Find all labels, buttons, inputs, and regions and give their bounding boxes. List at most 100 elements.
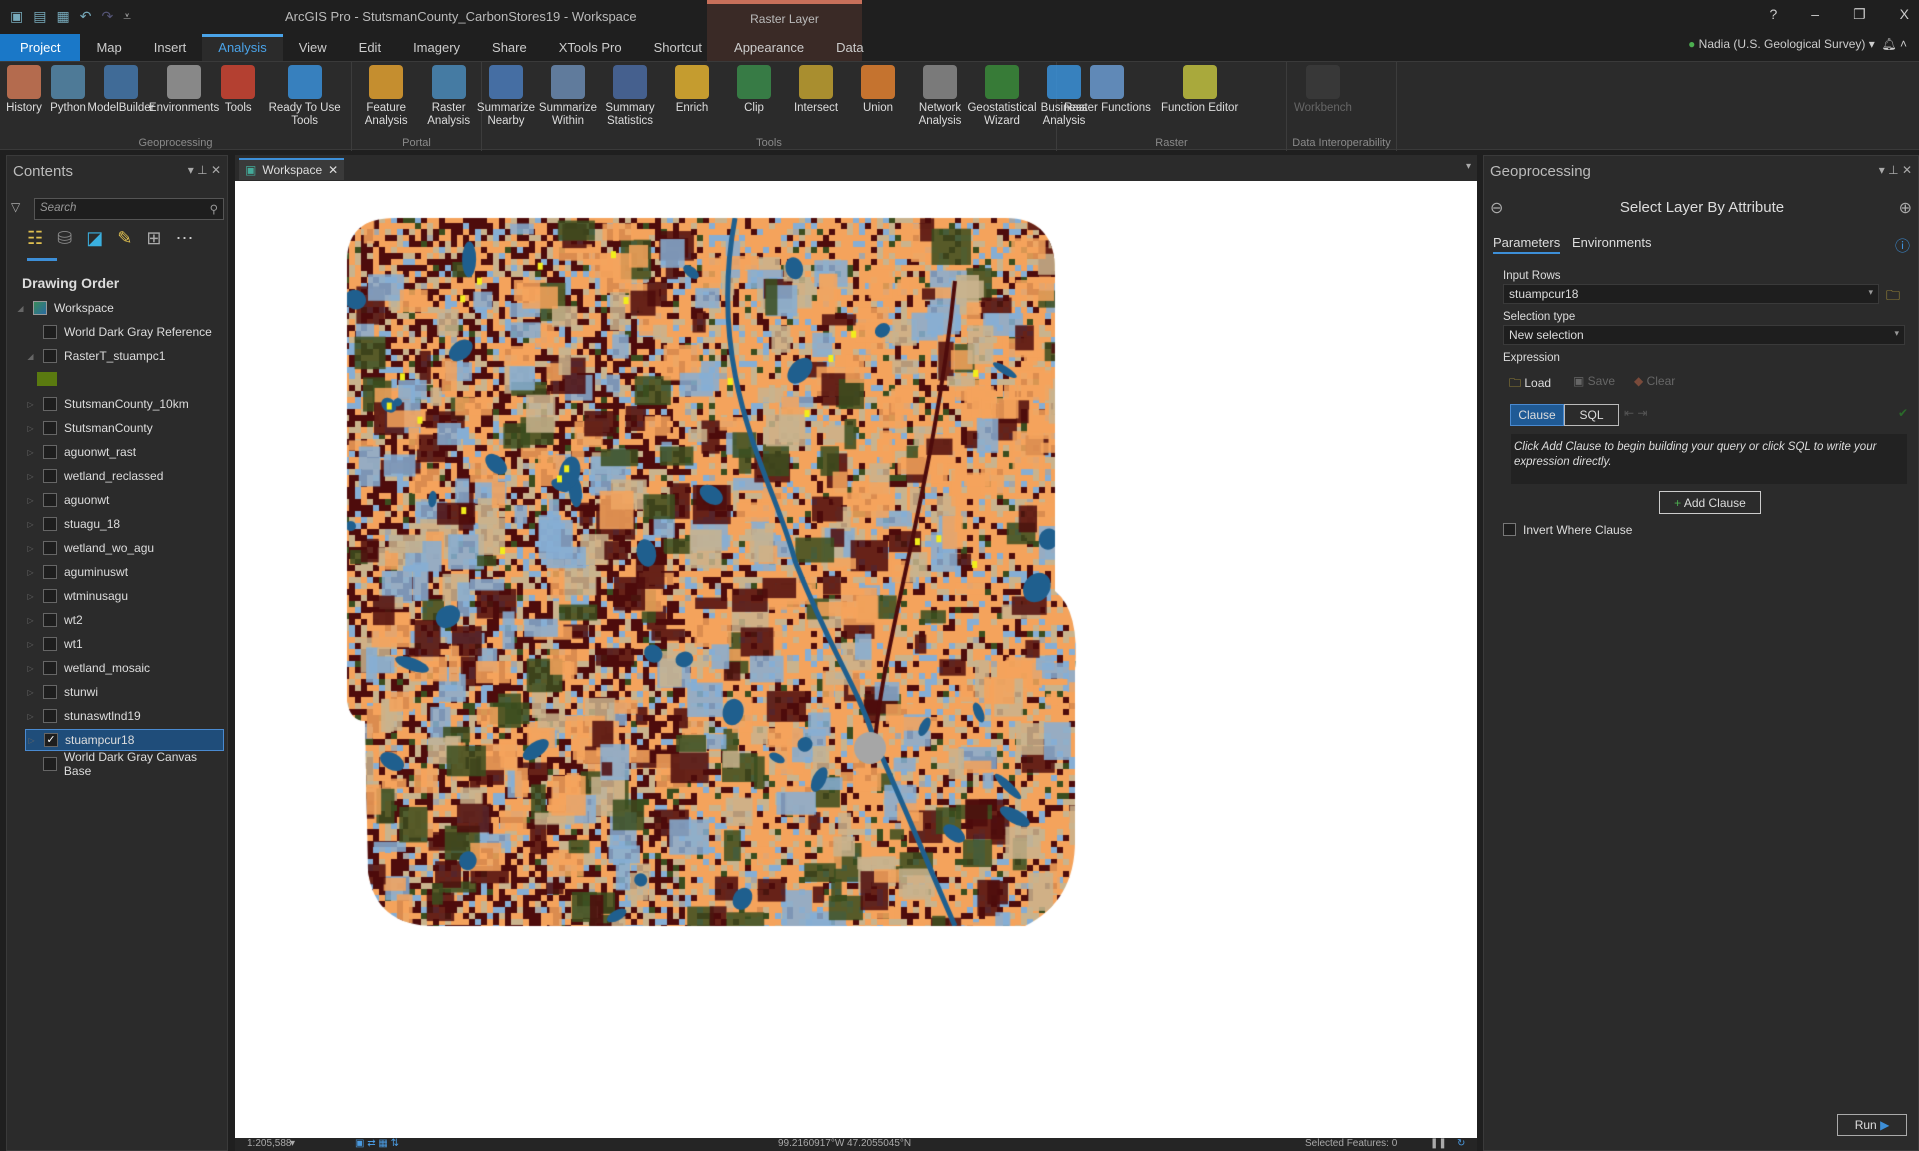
- browse-folder-icon[interactable]: 🗀︎: [1886, 285, 1900, 309]
- intersect-button[interactable]: Intersect: [794, 65, 838, 128]
- visibility-checkbox[interactable]: [43, 613, 57, 627]
- contents-search-input[interactable]: Search ⚲: [34, 198, 224, 220]
- expand-icon[interactable]: ▷: [24, 400, 37, 409]
- help-button[interactable]: ?: [1770, 6, 1778, 23]
- environments-button[interactable]: Environments: [149, 65, 219, 128]
- visibility-checkbox[interactable]: [43, 565, 57, 579]
- expand-icon[interactable]: ◢: [24, 352, 37, 361]
- minimize-button[interactable]: –: [1811, 6, 1819, 23]
- close-button[interactable]: X: [1900, 6, 1909, 23]
- expand-icon[interactable]: ▷: [24, 520, 37, 529]
- list-by-snapping-icon[interactable]: ⊞: [146, 228, 161, 249]
- ribbon-tab-view[interactable]: View: [283, 34, 343, 61]
- ribbon-tab-edit[interactable]: Edit: [343, 34, 397, 61]
- visibility-checkbox[interactable]: [43, 541, 57, 555]
- input-rows-field[interactable]: stuampcur18 ▾: [1503, 284, 1879, 304]
- tools-button[interactable]: Tools: [218, 65, 258, 128]
- new-project-icon[interactable]: ▣: [10, 8, 23, 25]
- tab-environments[interactable]: Environments: [1572, 235, 1651, 250]
- visibility-checkbox[interactable]: ✓: [44, 733, 58, 747]
- scale-dropdown-icon[interactable]: ▾: [290, 1138, 295, 1149]
- network-analysis-button[interactable]: Network Analysis: [919, 65, 961, 128]
- user-account[interactable]: ● Nadia (U.S. Geological Survey) ▾ 🔔︎ ˄: [1688, 37, 1907, 51]
- list-by-editing-icon[interactable]: ✎: [117, 228, 132, 249]
- visibility-checkbox[interactable]: [43, 685, 57, 699]
- union-button[interactable]: Union: [858, 65, 898, 128]
- ribbon-tab-analysis[interactable]: Analysis: [202, 34, 283, 61]
- layer-item[interactable]: ▷ wetland_mosaic: [7, 657, 227, 679]
- pane-menu-icon[interactable]: ▾: [1879, 163, 1885, 177]
- visibility-checkbox[interactable]: [43, 445, 57, 459]
- visibility-checkbox[interactable]: [43, 469, 57, 483]
- layer-item[interactable]: ▷ aguonwt_rast: [7, 441, 227, 463]
- refresh-icon[interactable]: ↻: [1457, 1138, 1465, 1149]
- pin-icon[interactable]: ⊥: [197, 163, 207, 177]
- visibility-checkbox[interactable]: [43, 709, 57, 723]
- raster-functions-button[interactable]: Raster Functions: [1061, 65, 1154, 115]
- selected-features-count[interactable]: Selected Features: 0: [1305, 1138, 1397, 1149]
- more-icon[interactable]: ⋯: [175, 228, 193, 249]
- layer-item[interactable]: ▷ wt2: [7, 609, 227, 631]
- layer-item[interactable]: ▷ StutsmanCounty_10km: [7, 393, 227, 415]
- redo-icon[interactable]: ↷: [101, 8, 113, 25]
- feature-analysis-button[interactable]: Feature Analysis: [356, 65, 416, 128]
- ribbon-tab-imagery[interactable]: Imagery: [397, 34, 476, 61]
- ready-to-use-tools-button[interactable]: Ready To Use Tools: [262, 65, 347, 128]
- summarize-nearby-button[interactable]: Summarize Nearby: [477, 65, 535, 128]
- layer-item[interactable]: ▷ StutsmanCounty: [7, 417, 227, 439]
- summarize-within-button[interactable]: Summarize Within: [539, 65, 597, 128]
- tab-list-dropdown[interactable]: ▾: [1466, 161, 1471, 172]
- sql-mode-button[interactable]: SQL: [1564, 404, 1619, 426]
- ribbon-tab-xtools-pro[interactable]: XTools Pro: [543, 34, 638, 61]
- layer-item[interactable]: ▷ stunaswtlnd19: [7, 705, 227, 727]
- filter-icon[interactable]: ▽: [11, 200, 20, 214]
- expand-icon[interactable]: ▷: [24, 592, 37, 601]
- add-icon[interactable]: ⊕: [1899, 198, 1912, 218]
- invert-where-clause-checkbox[interactable]: [1503, 523, 1516, 536]
- summary-statistics-button[interactable]: Summary Statistics: [605, 65, 655, 128]
- map-canvas[interactable]: [235, 181, 1477, 1138]
- history-button[interactable]: History: [4, 65, 44, 128]
- layer-item[interactable]: ▷ aguminuswt: [7, 561, 227, 583]
- visibility-checkbox[interactable]: [43, 517, 57, 531]
- save-icon[interactable]: ▦: [56, 8, 69, 25]
- expand-icon[interactable]: ▷: [24, 664, 37, 673]
- workbench-button[interactable]: Workbench: [1291, 65, 1355, 115]
- raster-analysis-button[interactable]: Raster Analysis: [420, 65, 477, 128]
- visibility-checkbox[interactable]: [43, 589, 57, 603]
- python-button[interactable]: Python: [48, 65, 88, 128]
- expand-icon[interactable]: ▷: [24, 424, 37, 433]
- geostatistical-wizard-button[interactable]: Geostatistical Wizard: [967, 65, 1037, 128]
- add-clause-button[interactable]: + Add Clause: [1659, 491, 1761, 514]
- open-icon[interactable]: ▤: [33, 8, 46, 25]
- visibility-checkbox[interactable]: [43, 325, 57, 339]
- restore-button[interactable]: ❐: [1853, 6, 1866, 23]
- layer-item[interactable]: ▷ stunwi: [7, 681, 227, 703]
- list-by-data-source-icon[interactable]: ⛁: [57, 228, 72, 249]
- expand-icon[interactable]: ▷: [24, 544, 37, 553]
- enrich-button[interactable]: Enrich: [672, 65, 712, 128]
- close-tab-icon[interactable]: ✕: [328, 163, 338, 177]
- list-by-drawing-order-icon[interactable]: ☷: [27, 228, 43, 249]
- expand-icon[interactable]: ◢: [14, 304, 27, 313]
- visibility-checkbox[interactable]: [43, 661, 57, 675]
- load-button[interactable]: 🗀︎ Load: [1509, 374, 1551, 395]
- clause-mode-button[interactable]: Clause: [1510, 404, 1564, 426]
- layer-item[interactable]: ▷ wetland_reclassed: [7, 465, 227, 487]
- layer-item[interactable]: ▷ wtminusagu: [7, 585, 227, 607]
- search-icon[interactable]: ⚲: [210, 202, 218, 216]
- layer-item[interactable]: ▷ stuagu_18: [7, 513, 227, 535]
- ribbon-tab-insert[interactable]: Insert: [138, 34, 203, 61]
- expand-icon[interactable]: ▷: [24, 712, 37, 721]
- clip-button[interactable]: Clip: [734, 65, 774, 128]
- expand-icon[interactable]: ▷: [24, 616, 37, 625]
- notification-bell-icon[interactable]: 🔔︎: [1881, 37, 1896, 51]
- expand-icon[interactable]: ▷: [24, 640, 37, 649]
- tab-parameters[interactable]: Parameters: [1493, 235, 1561, 254]
- expand-icon[interactable]: ▷: [24, 496, 37, 505]
- expand-icon[interactable]: ▷: [24, 448, 37, 457]
- ribbon-tab-data[interactable]: Data: [820, 34, 879, 61]
- layer-item[interactable]: ▷ aguonwt: [7, 489, 227, 511]
- layer-item[interactable]: ▷ ✓ stuampcur18: [25, 729, 224, 751]
- layer-item[interactable]: ▷ wetland_wo_agu: [7, 537, 227, 559]
